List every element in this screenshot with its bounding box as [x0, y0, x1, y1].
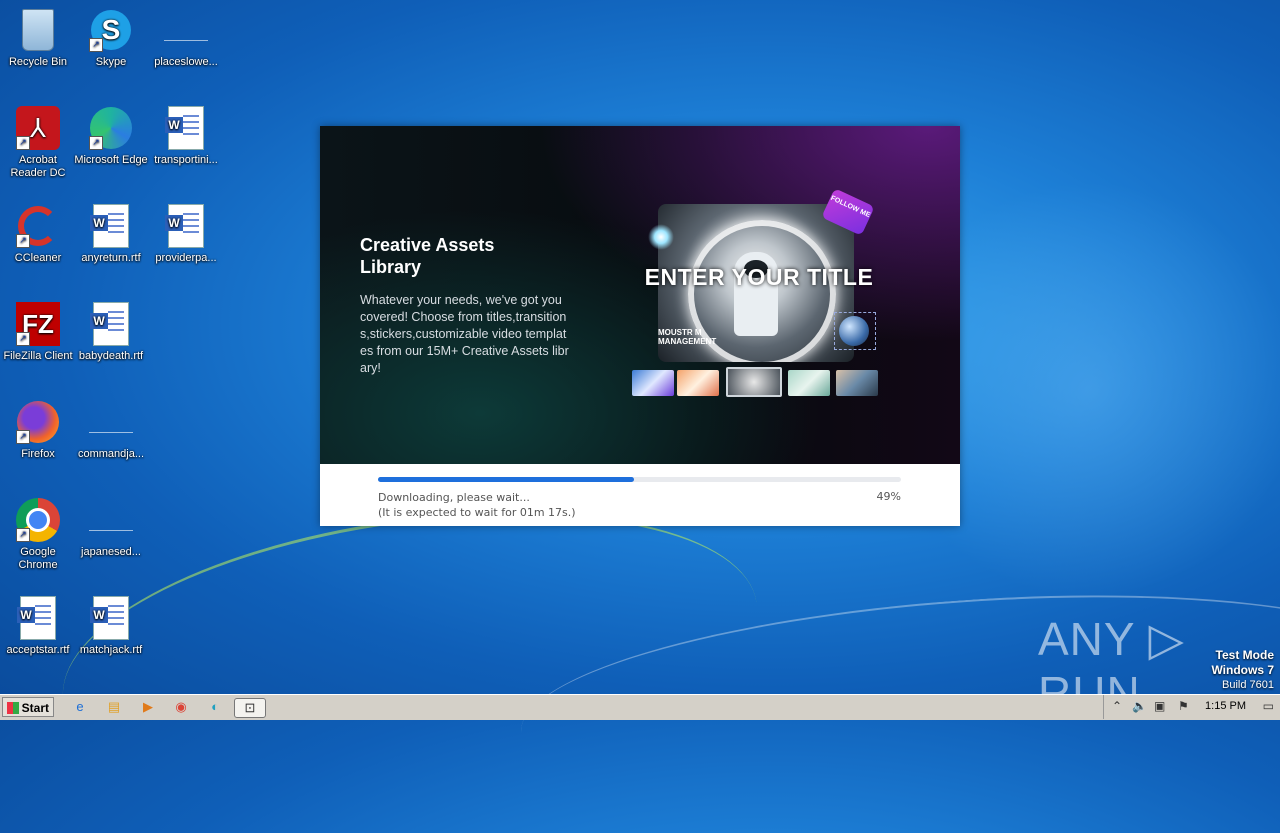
- desktop-icon-filezilla[interactable]: FZ ↗ FileZilla Client: [0, 302, 76, 363]
- desktop-icon-transportini[interactable]: W transportini...: [148, 106, 224, 167]
- installer-window[interactable]: Creative Assets Library Whatever your ne…: [320, 126, 960, 526]
- file-icon: [164, 20, 208, 41]
- desktop-icon-label: FileZilla Client: [3, 350, 73, 362]
- desktop-icon-label: anyreturn.rtf: [81, 252, 141, 264]
- start-button[interactable]: Start: [2, 697, 54, 717]
- shortcut-arrow-icon: ↗: [16, 528, 30, 542]
- os-label: Windows 7: [1211, 663, 1274, 677]
- desktop-icon-ccleaner[interactable]: ↗ CCleaner: [0, 204, 76, 265]
- taskbar: Start e ▤ ▶ ◉ ◐ ⊡ ⌃ 🔈 ▣ ⚑ 1:15 PM ▭: [0, 694, 1280, 720]
- template-thumbnails: [632, 367, 882, 397]
- word-doc-icon: W: [17, 596, 56, 640]
- thumbnail: [632, 370, 674, 396]
- internet-explorer-icon[interactable]: e: [70, 698, 90, 716]
- desktop-icon-label: Firefox: [21, 448, 55, 460]
- promo-banner: Creative Assets Library Whatever your ne…: [320, 126, 960, 464]
- file-icon: [89, 510, 133, 531]
- progress-status: Downloading, please wait... (It is expec…: [378, 490, 576, 520]
- thumbnail-selected: [726, 367, 782, 397]
- desktop-icon-label: Acrobat Reader DC: [10, 154, 66, 179]
- desktop-icon-anyreturn[interactable]: W anyreturn.rtf: [73, 204, 149, 265]
- file-icon: [89, 412, 133, 433]
- status-text: Downloading, please wait...: [378, 491, 530, 504]
- system-tray: ⌃ 🔈 ▣ ⚑ 1:15 PM ▭: [1103, 695, 1280, 719]
- shortcut-arrow-icon: ↗: [89, 136, 103, 150]
- progress-bar: [378, 477, 901, 482]
- desktop-icon-acrobat[interactable]: ⅄ ↗ Acrobat Reader DC: [0, 106, 76, 180]
- word-doc-icon: W: [90, 302, 129, 346]
- desktop-icon-japanesed[interactable]: japanesed...: [73, 498, 149, 559]
- progress-fill: [378, 477, 635, 482]
- desktop-icon-label: Recycle Bin: [8, 56, 68, 68]
- desktop-icon-chrome[interactable]: ↗ Google Chrome: [0, 498, 76, 572]
- desktop-icon-label: commandja...: [77, 448, 145, 460]
- test-mode-notice: Test Mode Windows 7 Build 7601: [1211, 648, 1274, 692]
- thumbnail: [788, 370, 830, 396]
- banner-title: Creative Assets Library: [360, 235, 495, 277]
- file-explorer-icon[interactable]: ▤: [104, 698, 124, 716]
- desktop-icon-label: Microsoft Edge: [74, 154, 148, 166]
- word-doc-icon: W: [90, 204, 129, 248]
- network-icon[interactable]: ▣: [1154, 699, 1165, 713]
- desktop-icon-acceptstar[interactable]: W acceptstar.rtf: [0, 596, 76, 657]
- installer-taskbar-button[interactable]: ⊡: [234, 698, 266, 718]
- show-hidden-icons-icon[interactable]: ⌃: [1112, 699, 1122, 713]
- download-progress-area: Downloading, please wait... (It is expec…: [320, 464, 960, 526]
- desktop-icon-label: transportini...: [154, 154, 218, 166]
- desktop-icon-label: matchjack.rtf: [79, 644, 143, 656]
- shortcut-arrow-icon: ↗: [16, 136, 30, 150]
- desktop-icon-edge[interactable]: ↗ Microsoft Edge: [73, 106, 149, 167]
- shortcut-arrow-icon: ↗: [16, 234, 30, 248]
- desktop-icon-label: CCleaner: [14, 252, 62, 264]
- chrome-taskbar-icon[interactable]: ◉: [171, 698, 191, 716]
- edge-taskbar-icon[interactable]: ◐: [205, 698, 225, 716]
- shortcut-arrow-icon: ↗: [16, 332, 30, 346]
- desktop-icon-placeslowe[interactable]: placeslowe...: [148, 8, 224, 69]
- desktop-icon-firefox[interactable]: ↗ Firefox: [0, 400, 76, 461]
- preview-headline: ENTER YOUR TITLE: [644, 264, 874, 290]
- media-player-icon[interactable]: ▶: [138, 698, 158, 716]
- eta-text: (It is expected to wait for 01m 17s.): [378, 506, 576, 519]
- action-center-flag-icon[interactable]: ⚑: [1178, 699, 1189, 713]
- word-doc-icon: W: [90, 596, 129, 640]
- volume-icon[interactable]: 🔈: [1132, 699, 1147, 713]
- test-mode-label: Test Mode: [1215, 648, 1274, 662]
- shortcut-arrow-icon: ↗: [89, 38, 103, 52]
- desktop-icon-label: placeslowe...: [154, 56, 218, 68]
- desktop-icon-label: babydeath.rtf: [78, 350, 144, 362]
- desktop-icon-babydeath[interactable]: W babydeath.rtf: [73, 302, 149, 363]
- desktop-icon-label: japanesed...: [81, 546, 141, 558]
- windows-logo-icon: [7, 702, 19, 714]
- thumbnail: [677, 370, 719, 396]
- desktop-icon-label: acceptstar.rtf: [6, 644, 70, 656]
- banner-description: Whatever your needs, we've got you cover…: [360, 293, 569, 375]
- desktop-icon-commandja[interactable]: commandja...: [73, 400, 149, 461]
- desktop-icon-matchjack[interactable]: W matchjack.rtf: [73, 596, 149, 657]
- desktop-icon-label: Skype: [95, 56, 127, 68]
- thumbnail: [836, 370, 878, 396]
- show-desktop-icon[interactable]: ▭: [1263, 699, 1274, 713]
- desktop-icon-recycle-bin[interactable]: Recycle Bin: [0, 8, 76, 69]
- desktop-icon-label: providerpa...: [155, 252, 217, 264]
- progress-percent: 49%: [876, 490, 901, 503]
- clock[interactable]: 1:15 PM: [1205, 700, 1246, 712]
- desktop-icon-label: Google Chrome: [18, 546, 58, 571]
- earth-sticker: [834, 312, 876, 350]
- shortcut-arrow-icon: ↗: [16, 430, 30, 444]
- preview-subtext: MOUSTR M MANAGEMENT: [658, 328, 717, 346]
- start-label: Start: [21, 701, 49, 715]
- desktop-icon-providerpa[interactable]: W providerpa...: [148, 204, 224, 265]
- word-doc-icon: W: [165, 106, 204, 150]
- desktop-icon-skype[interactable]: S ↗ Skype: [73, 8, 149, 69]
- recycle-bin-icon: [22, 9, 54, 51]
- build-label: Build 7601: [1222, 679, 1274, 691]
- word-doc-icon: W: [165, 204, 204, 248]
- lens-flare: [648, 224, 674, 250]
